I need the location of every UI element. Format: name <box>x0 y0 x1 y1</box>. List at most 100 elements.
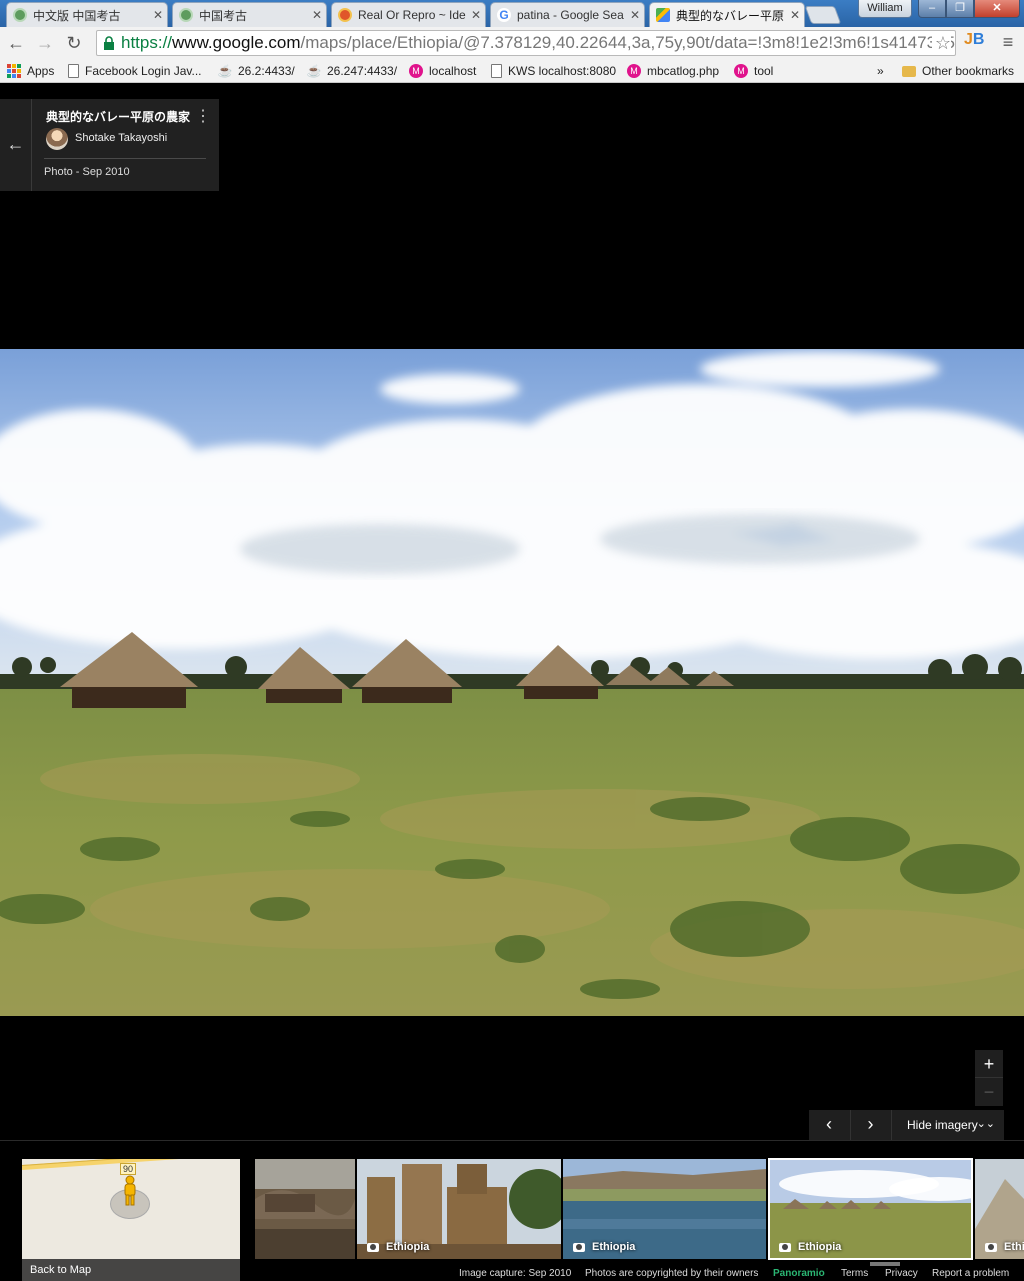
google-g-icon: G <box>497 8 511 22</box>
scale-bar <box>870 1262 900 1266</box>
folder-icon <box>902 65 916 77</box>
more-bookmarks-chevron[interactable]: » <box>877 62 884 80</box>
camera-icon <box>985 1242 997 1252</box>
archaeology-site-icon <box>179 8 193 22</box>
url-path: /maps/place/Ethiopia/@7.378129,40.22644,… <box>300 33 956 52</box>
new-tab-button[interactable] <box>804 6 842 24</box>
bookmark-facebook-login[interactable]: Facebook Login Jav... <box>68 62 202 80</box>
bookmark-star-icon[interactable]: ☆ <box>931 31 951 55</box>
hide-imagery-button[interactable]: Hide imagery ⌄⌄ <box>891 1110 1004 1140</box>
address-bar[interactable]: https://www.google.com/maps/place/Ethiop… <box>96 30 956 56</box>
menu-icon[interactable]: ≡ <box>997 30 1019 54</box>
tab-2[interactable]: 中国考古 ✕ <box>172 2 327 27</box>
thumbnail-label: Ethi <box>985 1241 1024 1253</box>
bookmark-label: Facebook Login Jav... <box>85 64 202 78</box>
farmstead-photo-image <box>0 349 1024 1016</box>
photo-thumbnail[interactable]: Ethi <box>975 1159 1024 1259</box>
photo-thumbnail[interactable]: Ethiopia <box>357 1159 561 1259</box>
photo-thumbnail[interactable] <box>255 1159 355 1259</box>
java-icon: ☕ <box>306 64 322 78</box>
forward-arrow-icon[interactable]: → <box>33 31 57 55</box>
page-icon <box>491 64 502 78</box>
url-scheme: https:// <box>121 33 173 52</box>
photo-filmstrip: 90 Back to Map Ethiopia Ethiopia Ethiopi… <box>0 1140 1024 1281</box>
camera-icon <box>367 1242 379 1252</box>
photo-thumbnail[interactable]: Ethiopia <box>563 1159 766 1259</box>
tab-label: patina - Google Sea <box>517 8 624 22</box>
bookmark-label: mbcatlog.php <box>647 64 720 78</box>
report-problem-link[interactable]: Report a problem <box>932 1268 1009 1279</box>
bookmark-label: localhost <box>429 64 477 78</box>
tab-label: 中国考古 <box>199 8 248 23</box>
thumbnail-image <box>255 1159 355 1259</box>
bookmark-localhost[interactable]: M localhost <box>409 62 476 80</box>
tab-strip: 中文版 中国考古 ✕ 中国考古 ✕ Real Or Repro ~ Ide ✕ … <box>0 0 1024 27</box>
bookmark-mbcatlog[interactable]: M mbcatlog.php <box>627 62 719 80</box>
jetbrains-extension-icon[interactable]: JB <box>964 31 988 53</box>
google-maps-icon <box>656 8 670 22</box>
close-tab-icon[interactable]: ✕ <box>626 8 644 22</box>
tab-4[interactable]: G patina - Google Sea ✕ <box>490 2 645 27</box>
browser-toolbar: ← → ↻ https://www.google.com/maps/place/… <box>0 27 1024 59</box>
lock-icon <box>104 36 114 50</box>
m-logo-icon: M <box>734 64 748 78</box>
zoom-controls: + − <box>975 1050 1003 1106</box>
landscape-photo[interactable] <box>0 349 1024 1016</box>
copyright-notice: Photos are copyrighted by their owners <box>585 1268 759 1279</box>
m-logo-icon: M <box>409 64 423 78</box>
thumbnail-label: Ethiopia <box>779 1241 841 1253</box>
tab-3[interactable]: Real Or Repro ~ Ide ✕ <box>331 2 486 27</box>
bookmark-apps[interactable]: Apps <box>7 62 54 80</box>
close-tab-icon[interactable]: ✕ <box>149 8 167 22</box>
zoom-in-button[interactable]: + <box>975 1050 1003 1078</box>
pegman-icon[interactable] <box>122 1175 138 1207</box>
bookmark-label: KWS localhost:8080 <box>508 64 617 78</box>
next-photo-button[interactable]: › <box>850 1110 890 1140</box>
tab-label: Real Or Repro ~ Ide <box>358 8 466 22</box>
bookmark-label: Other bookmarks <box>922 64 1015 78</box>
bookmark-kws-localhost[interactable]: KWS localhost:8080 <box>491 62 616 80</box>
tab-1[interactable]: 中文版 中国考古 ✕ <box>6 2 168 27</box>
back-arrow-icon[interactable]: ← <box>0 99 32 191</box>
bookmark-26-2[interactable]: ☕ 26.2:4433/ <box>218 62 295 80</box>
photo-title: 典型的なバレー平原の農家 <box>46 110 191 124</box>
image-capture-date: Image capture: Sep 2010 <box>459 1268 572 1279</box>
photo-viewer: ← 典型的なバレー平原の農家 ⋮ Shotake Takayoshi Photo… <box>0 84 1024 1281</box>
bookmark-label: tool <box>754 64 774 78</box>
back-arrow-icon[interactable]: ← <box>4 31 28 55</box>
photo-thumbnail-selected[interactable]: Ethiopia <box>768 1158 973 1260</box>
maximize-button[interactable]: ❐ <box>946 0 974 18</box>
terms-link[interactable]: Terms <box>841 1268 868 1279</box>
thumbnail-label: Ethiopia <box>573 1241 635 1253</box>
m-logo-icon: M <box>627 64 641 78</box>
bookmark-other[interactable]: Other bookmarks <box>902 62 1014 80</box>
divider <box>44 158 206 159</box>
previous-photo-button[interactable]: ‹ <box>809 1110 849 1140</box>
close-window-button[interactable]: ✕ <box>974 0 1020 18</box>
url-host: www.google.com <box>172 33 301 52</box>
reload-icon[interactable]: ↻ <box>62 31 86 55</box>
bookmark-label: 26.247:4433/ <box>327 64 398 78</box>
hide-imagery-label: Hide imagery <box>907 1118 978 1132</box>
avatar[interactable] <box>46 128 68 150</box>
profile-button[interactable]: William <box>858 0 912 18</box>
minimize-button[interactable]: – <box>918 0 946 18</box>
bookmark-label: Apps <box>27 64 55 78</box>
close-tab-icon[interactable]: ✕ <box>467 8 485 22</box>
camera-icon <box>573 1242 585 1252</box>
apps-grid-icon <box>7 64 21 78</box>
privacy-link[interactable]: Privacy <box>885 1268 918 1279</box>
close-tab-icon[interactable]: ✕ <box>786 8 804 22</box>
zoom-out-button[interactable]: − <box>975 1078 1003 1106</box>
photo-info-card: ← 典型的なバレー平原の農家 ⋮ Shotake Takayoshi Photo… <box>0 99 219 191</box>
tab-5-active[interactable]: 典型的なバレー平原 ✕ <box>649 2 805 27</box>
bookmark-tool[interactable]: M tool <box>734 62 773 80</box>
panoramio-logo[interactable]: Panoramio <box>773 1268 825 1279</box>
tab-label: 中文版 中国考古 <box>33 8 121 23</box>
bookmarks-bar: Apps Facebook Login Jav... ☕ 26.2:4433/ … <box>0 59 1024 83</box>
more-options-icon[interactable]: ⋮ <box>195 107 211 127</box>
archaeology-site-icon <box>13 8 27 22</box>
bookmark-26-247[interactable]: ☕ 26.247:4433/ <box>306 62 398 80</box>
close-tab-icon[interactable]: ✕ <box>308 8 326 22</box>
photo-author[interactable]: Shotake Takayoshi <box>75 132 167 144</box>
